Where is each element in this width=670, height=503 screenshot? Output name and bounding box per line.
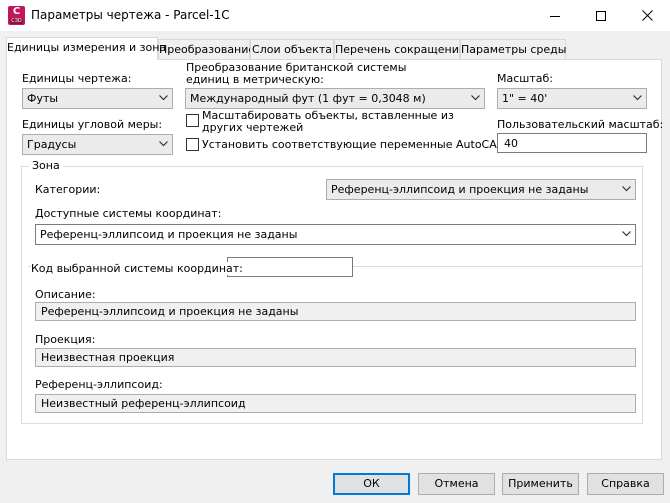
available-coordinate-systems-value: Референц-эллипсоид и проекция не заданы [40,228,298,241]
custom-scale-label: Пользовательский масштаб: [497,118,664,131]
cancel-button[interactable]: Отмена [418,473,495,495]
ellipsoid-value: Неизвестный референц-эллипсоид [35,394,636,413]
chevron-down-icon [471,95,480,101]
chevron-down-icon [622,231,631,237]
categories-label: Категории: [35,183,101,196]
categories-select[interactable]: Референц-эллипсоид и проекция не заданы [326,179,636,200]
apply-button[interactable]: Применить [502,473,579,495]
set-autocad-variables-label: Установить соответствующие переменные Au… [202,138,506,151]
drawing-units-select[interactable]: Футы [22,88,173,109]
minimize-button[interactable] [532,0,578,31]
help-button[interactable]: Справка [587,473,664,495]
tab-ambient-settings[interactable]: Параметры среды [460,39,566,59]
angular-units-value: Градусы [27,138,77,151]
projection-value: Неизвестная проекция [35,348,636,367]
scale-inserted-objects-label: Масштабировать объекты, вставленные из д… [202,109,454,134]
scale-label: Масштаб: [497,72,553,85]
chevron-down-icon [622,186,631,192]
tab-object-layers[interactable]: Слои объекта [250,39,334,59]
app-icon-sub: C3D [10,18,23,24]
chevron-down-icon [633,95,642,101]
available-coordinate-systems-select[interactable]: Референц-эллипсоид и проекция не заданы [35,224,636,245]
ok-button[interactable]: ОК [333,473,410,495]
zone-legend: Зона [29,159,63,172]
app-icon: C C3D [8,6,25,25]
set-autocad-variables-checkbox[interactable] [186,138,199,151]
close-icon [641,10,653,21]
ellipsoid-label: Референц-эллипсоид: [35,378,163,391]
imperial-conversion-label: Преобразование британской системы единиц… [186,61,407,86]
tab-abbreviations[interactable]: Перечень сокращений [334,39,466,59]
window-title: Параметры чертежа - Parcel-1C [31,8,230,22]
tab-units-and-zone[interactable]: Единицы измерения и зона [6,37,166,60]
chevron-down-icon [159,95,168,101]
coordinate-system-code-label: Код выбранной системы координат: [31,262,246,275]
description-label: Описание: [35,288,96,301]
maximize-button[interactable] [578,0,624,31]
description-value: Референц-эллипсоид и проекция не заданы [35,302,636,321]
available-coordinate-systems-label: Доступные системы координат: [35,207,222,220]
chevron-down-icon [159,141,168,147]
projection-label: Проекция: [35,333,96,346]
app-icon-letter: C [12,6,21,17]
imperial-conversion-select[interactable]: Международный фут (1 фут = 0,3048 м) [185,88,485,109]
scale-inserted-objects-checkbox[interactable] [186,114,199,127]
angular-units-label: Единицы угловой меры: [22,118,163,131]
minimize-icon [550,15,560,17]
custom-scale-input[interactable]: 40 [497,133,647,153]
close-button[interactable] [624,0,670,31]
imperial-conversion-value: Международный фут (1 фут = 0,3048 м) [190,92,426,105]
scale-select[interactable]: 1" = 40' [497,88,647,109]
drawing-units-label: Единицы чертежа: [22,72,132,85]
scale-value: 1" = 40' [502,92,548,105]
tab-transformation[interactable]: Преобразование [158,39,255,59]
drawing-units-value: Футы [27,92,59,105]
coordinate-system-code-input[interactable]: . [227,257,353,277]
angular-units-select[interactable]: Градусы [22,134,173,155]
maximize-icon [596,10,606,21]
categories-value: Референц-эллипсоид и проекция не заданы [331,183,589,196]
